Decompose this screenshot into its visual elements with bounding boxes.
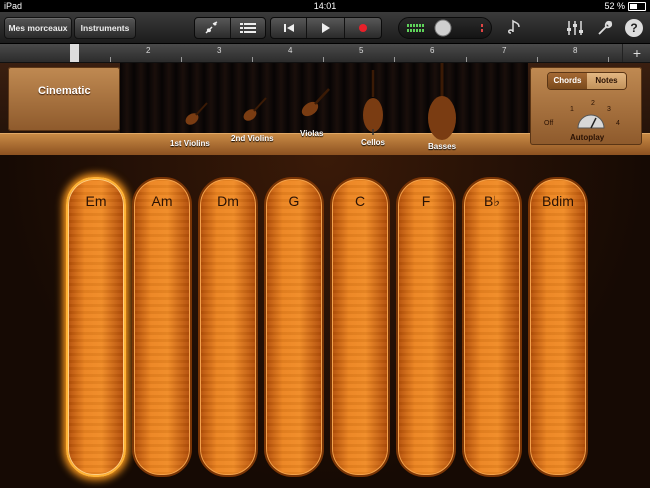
toolbar: Mes morceaux Instruments ? [0,12,650,44]
help-button[interactable]: ? [625,19,643,37]
chord-label: Dm [217,193,239,209]
ruler-mark: 5 [359,46,364,55]
autoplay-knob[interactable] [576,111,606,129]
chord-strip-f[interactable]: F [396,177,456,477]
chord-strip-am[interactable]: Am [132,177,192,477]
section-label: Basses [428,142,457,151]
chord-strip-c[interactable]: C [330,177,390,477]
note-icon [508,19,520,34]
chord-strip-dm[interactable]: Dm [198,177,258,477]
battery-area: 52 % [604,0,646,12]
section-label: 2nd Violins [231,134,274,143]
chord-label: Am [151,193,173,209]
battery-icon [628,1,646,11]
cello-icon[interactable] [360,69,386,135]
metronome-button[interactable] [503,19,525,37]
autoplay-off-label: Off [544,120,554,127]
my-songs-button[interactable]: Mes morceaux [4,17,72,39]
autoplay-position: 4 [616,120,620,127]
settings-button[interactable] [596,19,614,37]
chord-label: B♭ [484,193,500,209]
view-toggle[interactable] [194,17,266,39]
chord-strip-g[interactable]: G [264,177,324,477]
rewind-icon [283,24,294,32]
chord-strip-bflat[interactable]: B♭ [462,177,522,477]
ruler-mark: 1 [74,46,79,55]
autoplay-position: 3 [607,106,611,113]
record-icon [358,24,367,32]
guitar-icon [205,21,218,34]
chord-label: F [421,193,431,209]
play-icon [321,23,330,33]
ruler-mark: 7 [502,46,507,55]
level-meter-icon [407,19,483,37]
viola-icon[interactable] [296,85,332,121]
chord-strips: Em Am Dm G C F B♭ Bdim [0,155,650,488]
instrument-name: Cinematic [38,85,91,97]
status-bar: iPad 14:01 52 % [0,0,650,12]
section-label: 1st Violins [170,139,210,148]
chords-mode-button[interactable]: Chords [548,73,587,89]
autoplay-panel: Chords Notes Off 1 2 3 4 Autoplay [530,67,642,145]
ruler-mark: 8 [573,46,578,55]
chord-label: C [354,193,366,209]
instrument-view-button[interactable] [195,18,231,38]
mixer-icon [567,21,583,35]
tracks-icon [239,23,256,33]
chord-label: G [288,193,300,209]
chord-label: Em [85,193,107,209]
chord-label: Bdim [542,193,574,209]
notes-mode-button[interactable]: Notes [587,73,626,89]
chord-strip-bdim[interactable]: Bdim [528,177,588,477]
rewind-button[interactable] [271,18,308,38]
autoplay-position: 2 [591,100,595,107]
transport-controls [270,17,382,39]
help-icon: ? [630,21,638,35]
chord-strip-em[interactable]: Em [66,177,126,477]
master-volume[interactable] [398,17,492,39]
violin-1-icon[interactable] [180,99,210,129]
section-label: Cellos [361,138,386,147]
autoplay-label: Autoplay [570,133,605,142]
ruler-mark: 4 [288,46,293,55]
autoplay-position: 1 [570,106,574,113]
tracks-view-button[interactable] [231,18,266,38]
add-section-button[interactable]: + [622,44,650,62]
record-button[interactable] [345,18,381,38]
bass-icon[interactable] [426,63,458,143]
stage: Cinematic 1st Violins 2nd Violins Violas… [0,63,650,156]
wrench-icon [598,20,613,35]
instruments-button[interactable]: Instruments [74,17,136,39]
play-button[interactable] [307,18,345,38]
volume-control[interactable] [399,18,491,38]
ruler-mark: 2 [146,46,151,55]
clock: 14:01 [313,1,337,11]
mixer-button[interactable] [566,19,584,37]
instrument-panel[interactable]: Cinematic [8,67,120,131]
chords-notes-toggle[interactable]: Chords Notes [547,72,627,90]
timeline-ruler[interactable]: 1 2 3 4 5 6 7 8 + [0,44,650,63]
violin-2-icon[interactable] [238,95,270,125]
battery-percent: 52 % [604,1,625,11]
section-label: Violas [300,129,324,138]
ruler-mark: 3 [217,46,222,55]
ruler-mark: 6 [430,46,435,55]
